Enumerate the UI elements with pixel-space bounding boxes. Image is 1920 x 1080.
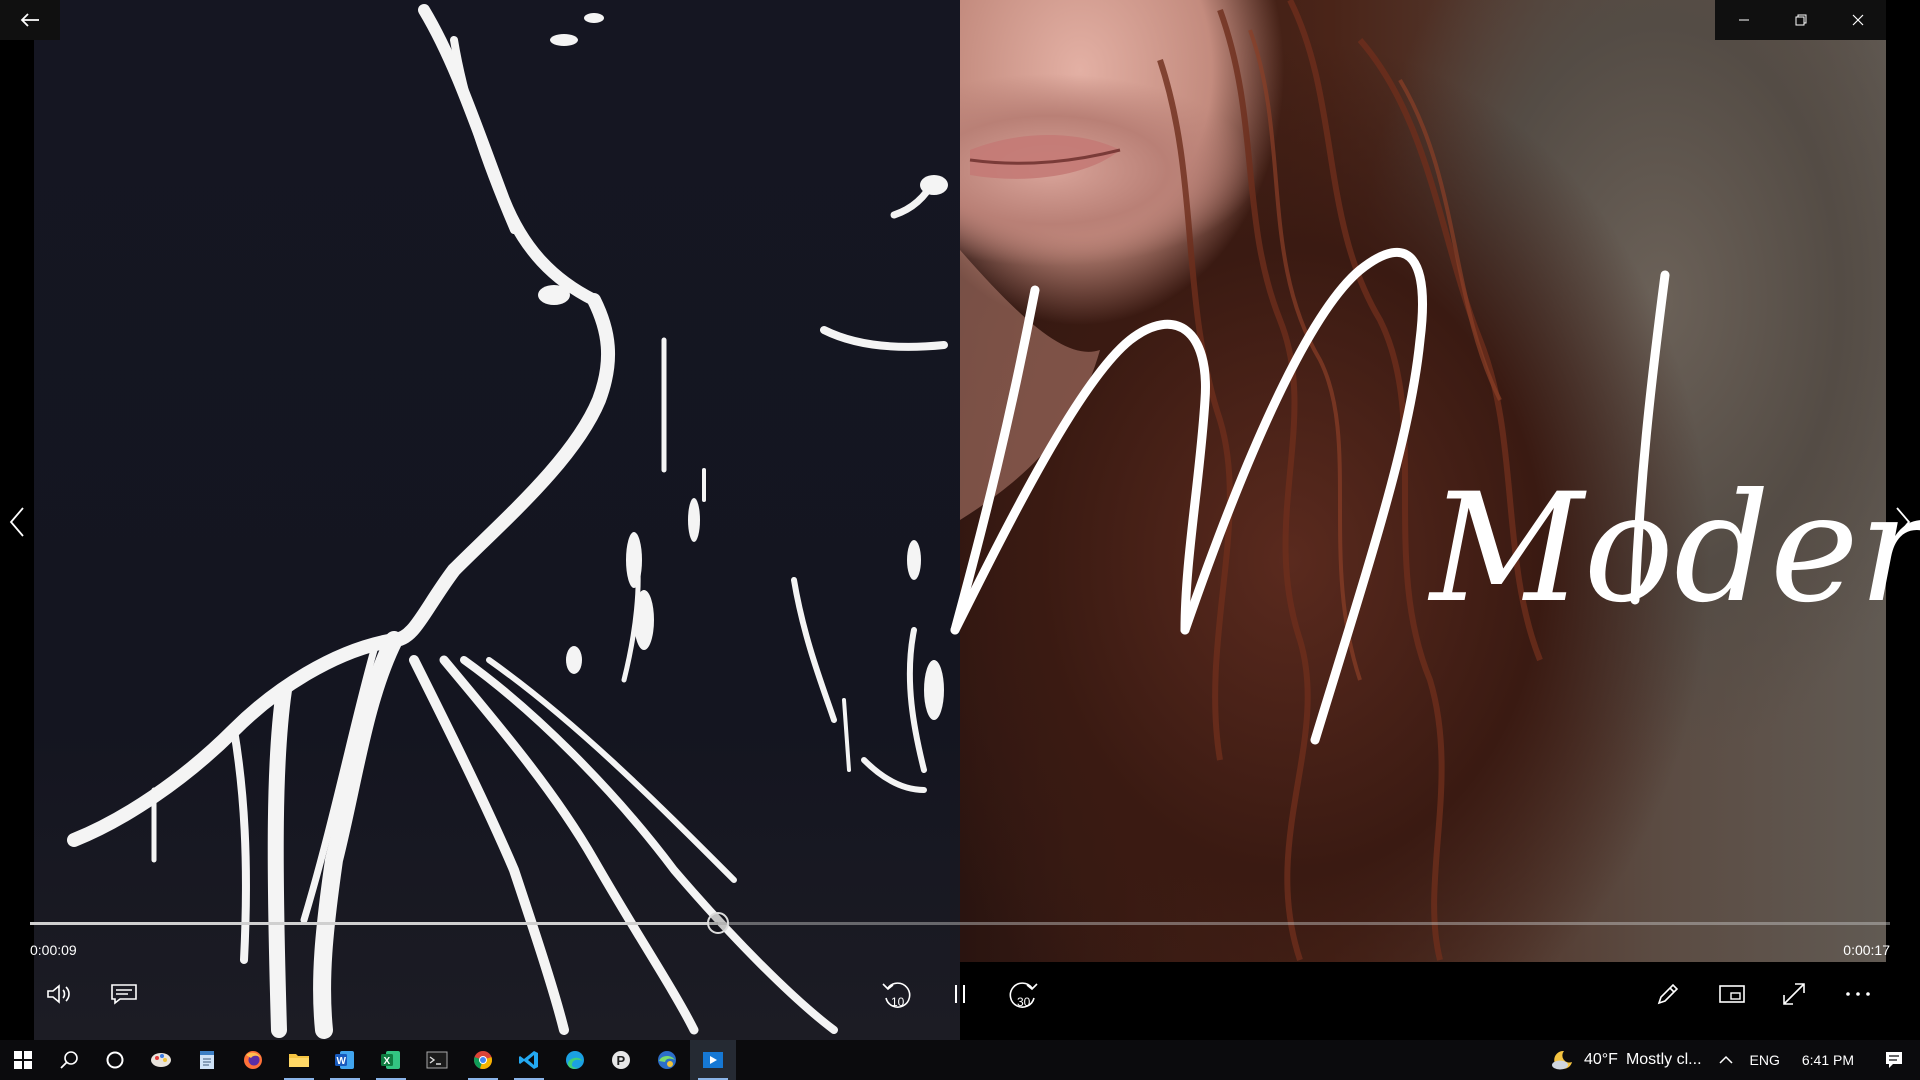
skip-back-label: 10	[891, 995, 905, 1009]
firefox-icon	[244, 1051, 262, 1069]
minimize-icon	[1738, 19, 1749, 21]
chevron-up-icon	[1718, 1055, 1733, 1064]
taskbar-app-file-explorer[interactable]	[276, 1040, 322, 1080]
chrome-icon	[473, 1051, 493, 1070]
excel-icon: X	[381, 1051, 400, 1069]
total-time: 0:00:17	[1843, 942, 1890, 958]
notification-button[interactable]	[1868, 1040, 1920, 1080]
mini-view-button[interactable]	[1708, 974, 1756, 1014]
terminal-icon	[426, 1051, 448, 1069]
close-icon	[1852, 14, 1863, 26]
taskbar-app-firefox[interactable]	[230, 1040, 276, 1080]
system-tray: 40°F Mostly cl... ENG 6:41 PM	[1542, 1040, 1920, 1080]
windows-icon	[14, 1051, 32, 1069]
minimize-button[interactable]	[1715, 0, 1772, 40]
seek-progress	[30, 922, 719, 925]
weather-widget[interactable]: 40°F Mostly cl...	[1542, 1040, 1710, 1080]
svg-text:W: W	[337, 1056, 347, 1067]
mini-view-icon	[1719, 985, 1745, 1003]
edge-icon	[566, 1051, 584, 1069]
video-frame[interactable]: Modern	[0, 0, 1920, 1040]
taskbar-app-vscode[interactable]	[506, 1040, 552, 1080]
skip-forward-label: 30	[1017, 995, 1031, 1009]
edit-button[interactable]	[1644, 974, 1692, 1014]
taskbar-app-excel[interactable]: X	[368, 1040, 414, 1080]
restore-button[interactable]	[1772, 0, 1829, 40]
skip-forward-button[interactable]: 30	[1000, 974, 1048, 1014]
volume-button[interactable]	[36, 974, 84, 1014]
word-icon: W	[335, 1051, 354, 1069]
fullscreen-button[interactable]	[1770, 974, 1818, 1014]
weather-desc: Mostly cl...	[1625, 1051, 1702, 1068]
vscode-icon	[519, 1051, 538, 1069]
paint-icon	[151, 1053, 171, 1067]
seek-bar[interactable]	[30, 912, 1890, 934]
window-controls	[1715, 0, 1886, 40]
taskbar-app-notepad[interactable]	[184, 1040, 230, 1080]
start-button[interactable]	[0, 1040, 46, 1080]
language-indicator[interactable]: ENG	[1742, 1040, 1788, 1080]
volume-icon	[47, 984, 70, 1004]
p-app-icon: P	[612, 1051, 630, 1069]
next-button[interactable]	[1886, 500, 1920, 544]
search-icon	[60, 1051, 78, 1069]
elapsed-time: 0:00:09	[30, 942, 77, 958]
moon-cloud-icon	[1551, 1050, 1572, 1070]
skip-forward-30-icon: 30	[1009, 982, 1038, 1009]
edge-dev-icon	[658, 1051, 676, 1069]
restore-icon	[1795, 14, 1806, 26]
cortana-button[interactable]	[92, 1040, 138, 1080]
notification-icon	[1886, 1052, 1902, 1068]
taskbar-app-p[interactable]: P	[598, 1040, 644, 1080]
skip-back-10-icon: 10	[882, 982, 911, 1009]
svg-text:X: X	[384, 1056, 391, 1067]
svg-text:P: P	[617, 1053, 626, 1068]
previous-button[interactable]	[0, 500, 34, 544]
back-button[interactable]	[0, 0, 60, 40]
search-button[interactable]	[46, 1040, 92, 1080]
captions-button[interactable]	[100, 974, 148, 1014]
more-icon	[1846, 992, 1870, 996]
movies-tv-player: Modern	[0, 0, 1920, 1080]
title-overlay: Modern	[950, 247, 1920, 745]
cortana-icon	[106, 1051, 124, 1069]
chevron-right-icon	[1896, 507, 1911, 537]
taskbar-app-terminal[interactable]	[414, 1040, 460, 1080]
pause-button[interactable]	[936, 974, 984, 1014]
taskbar-app-paint[interactable]	[138, 1040, 184, 1080]
chevron-left-icon	[9, 507, 24, 537]
taskbar-app-chrome[interactable]	[460, 1040, 506, 1080]
taskbar: W X P 40°F Mostly cl... ENG 6:41 PM	[0, 1040, 1920, 1080]
skip-back-button[interactable]: 10	[872, 974, 920, 1014]
captions-icon	[111, 984, 137, 1005]
show-hidden-icons-button[interactable]	[1710, 1040, 1742, 1080]
folder-icon	[289, 1054, 309, 1067]
more-button[interactable]	[1834, 974, 1882, 1014]
taskbar-app-word[interactable]: W	[322, 1040, 368, 1080]
clock[interactable]: 6:41 PM	[1788, 1040, 1868, 1080]
notepad-icon	[200, 1051, 214, 1069]
close-button[interactable]	[1829, 0, 1886, 40]
pencil-icon	[1657, 983, 1679, 1005]
arrow-left-icon	[20, 13, 39, 27]
taskbar-app-video-player[interactable]	[690, 1040, 736, 1080]
overlay-text: Modern	[1427, 462, 1920, 636]
taskbar-app-edge[interactable]	[552, 1040, 598, 1080]
weather-temp: 40°F	[1583, 1051, 1618, 1068]
fullscreen-icon	[1783, 983, 1805, 1005]
video-player-icon	[703, 1052, 723, 1068]
taskbar-app-edge-dev[interactable]	[644, 1040, 690, 1080]
pause-icon	[955, 985, 965, 1003]
